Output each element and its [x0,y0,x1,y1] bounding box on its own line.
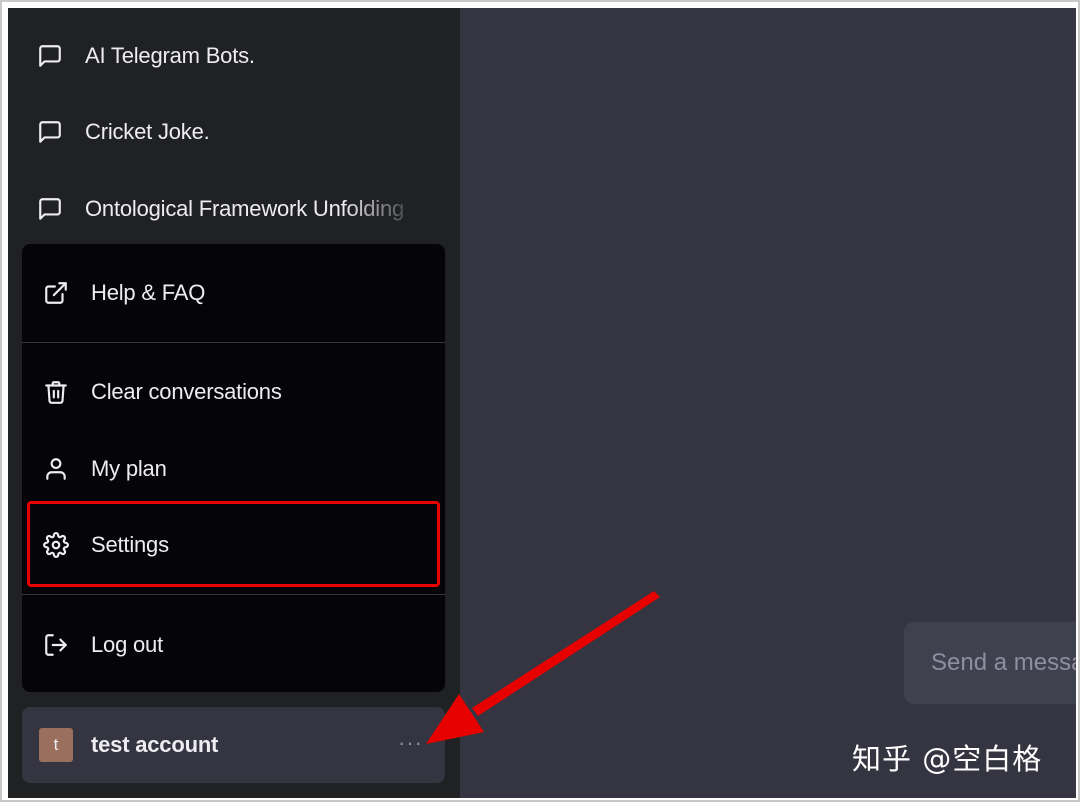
history-item-ontological-framework[interactable]: Ontological Framework Unfolding [36,189,421,229]
menu-divider [22,594,445,595]
avatar: t [39,728,73,762]
menu-item-label: Log out [91,632,164,657]
account-button[interactable]: t test account ··· [22,707,445,783]
menu-item-clear-conversations[interactable]: Clear conversations [22,370,445,414]
menu-divider [22,342,445,343]
gear-icon [42,531,70,559]
menu-item-label: Clear conversations [91,379,282,404]
watermark-text: 知乎 @空白格 [852,742,1043,776]
account-name: test account [91,732,219,757]
ellipsis-icon[interactable]: ··· [398,732,423,754]
history-item-label: AI Telegram Bots. [85,43,255,68]
menu-item-log-out[interactable]: Log out [22,623,445,667]
chat-bubble-icon [36,195,64,223]
screenshot-frame: AI Telegram Bots. Cricket Joke. Ontologi… [0,0,1080,802]
history-item-ai-telegram-bots[interactable]: AI Telegram Bots. [36,36,255,76]
account-menu: Help & FAQ Clear conversations My plan S… [22,244,445,692]
history-item-label: Ontological Framework Unfolding [85,196,405,221]
menu-item-my-plan[interactable]: My plan [22,447,445,491]
external-link-icon [42,279,70,307]
user-icon [42,455,70,483]
menu-item-label: Settings [91,532,169,557]
menu-item-label: My plan [91,456,167,481]
message-composer [904,622,1076,704]
menu-item-settings[interactable]: Settings [22,523,445,567]
trash-icon [42,378,70,406]
chat-bubble-icon [36,42,64,70]
logout-icon [42,631,70,659]
history-item-cricket-joke[interactable]: Cricket Joke. [36,112,210,152]
history-item-label: Cricket Joke. [85,119,210,144]
menu-item-help-faq[interactable]: Help & FAQ [22,271,445,315]
menu-item-label: Help & FAQ [91,280,206,305]
chat-bubble-icon [36,118,64,146]
message-input[interactable] [904,622,1076,704]
